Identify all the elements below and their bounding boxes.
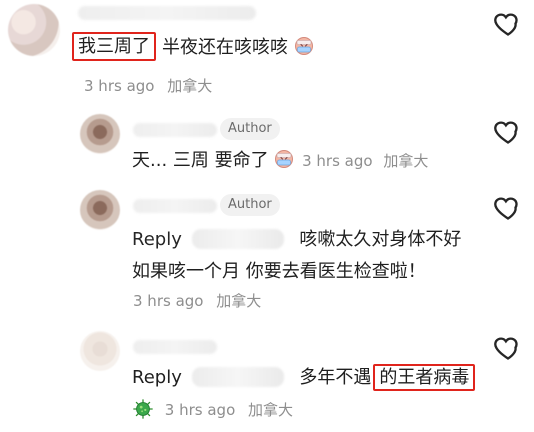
microbe-emoji (133, 399, 153, 419)
highlighted-text: 的王者病毒 (373, 364, 476, 391)
reply-meta: 3 hrs ago 加拿大 (133, 291, 261, 311)
reply-label[interactable]: Reply (132, 367, 182, 388)
reply-body: 多年不遇 (299, 367, 372, 388)
username-redacted[interactable] (78, 6, 256, 20)
heart-icon[interactable] (494, 194, 522, 222)
reply-body-line-1: 咳嗽太久对身体不好 (299, 229, 462, 250)
avatar[interactable] (80, 114, 120, 154)
comment-text: 我三周了 半夜还在咳咳咳 (72, 32, 314, 61)
timestamp: 3 hrs ago (133, 292, 204, 310)
mention-redacted[interactable] (191, 367, 284, 387)
reply-body: 天... 三周 要命了 (132, 150, 269, 171)
face-with-bandage-emoji (294, 37, 313, 55)
reply-line-1: Reply 咳嗽太久对身体不好 (132, 227, 461, 253)
location: 加拿大 (216, 292, 262, 310)
comment-meta: 3 hrs ago 加拿大 (84, 76, 212, 96)
face-with-bandage-emoji (275, 150, 294, 168)
heart-icon[interactable] (494, 118, 522, 146)
timestamp: 3 hrs ago (84, 77, 155, 95)
location: 加拿大 (167, 77, 213, 95)
reply-meta: 3 hrs ago 加拿大 (302, 152, 428, 170)
location: 加拿大 (248, 401, 294, 419)
username-redacted[interactable] (133, 199, 217, 213)
heart-icon[interactable] (494, 10, 522, 38)
location: 加拿大 (383, 152, 429, 170)
username-redacted[interactable] (133, 340, 217, 354)
reply-text: 天... 三周 要命了 3 hrs ago 加拿大 (132, 148, 428, 174)
avatar[interactable] (8, 4, 60, 56)
avatar[interactable] (80, 331, 120, 371)
timestamp: 3 hrs ago (164, 401, 236, 419)
highlighted-text: 我三周了 (72, 32, 156, 61)
mention-redacted[interactable] (191, 229, 284, 249)
avatar[interactable] (80, 190, 120, 230)
reply-body-line-2: 如果咳一个月 你要去看医生检查啦！ (132, 261, 426, 282)
reply-meta: 3 hrs ago 加拿大 (132, 398, 293, 420)
author-badge: Author (220, 118, 280, 140)
heart-icon[interactable] (494, 334, 522, 362)
username-redacted[interactable] (133, 123, 217, 137)
timestamp: 3 hrs ago (302, 152, 373, 170)
author-badge: Author (220, 194, 280, 216)
reply-label[interactable]: Reply (132, 229, 182, 250)
comment-body: 半夜还在咳咳咳 (162, 37, 288, 58)
reply-line: Reply 多年不遇 的王者病毒 (132, 364, 476, 391)
